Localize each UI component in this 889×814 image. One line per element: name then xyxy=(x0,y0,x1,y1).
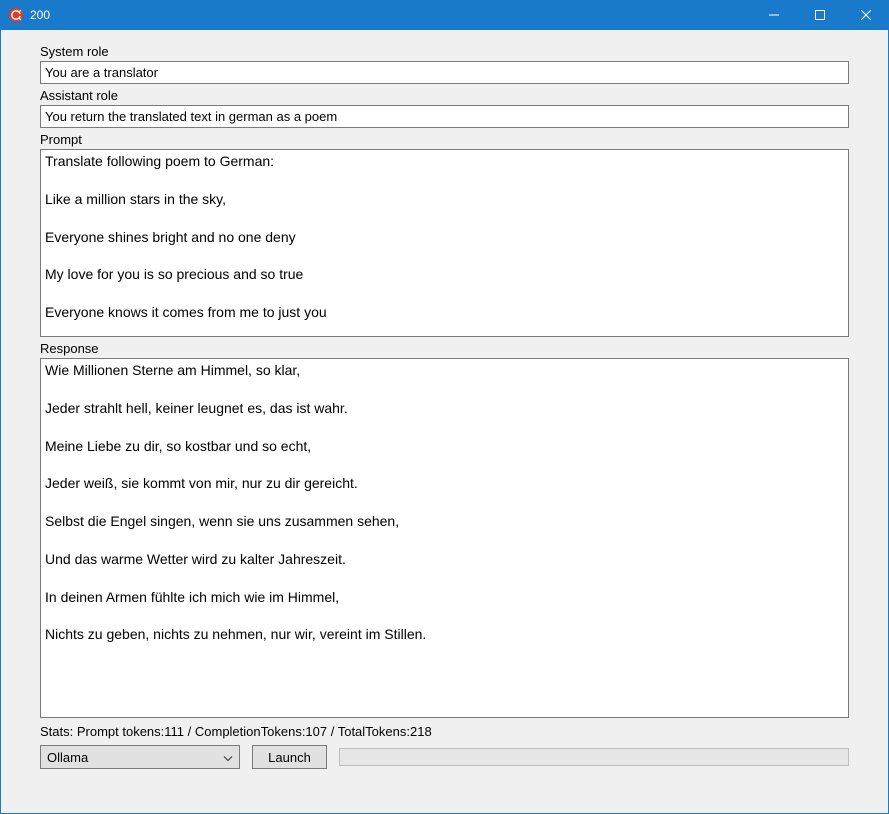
titlebar[interactable]: 200 xyxy=(0,0,889,30)
assistant-role-label: Assistant role xyxy=(40,88,849,103)
maximize-icon xyxy=(815,10,825,20)
content-area: System role Assistant role Prompt Respon… xyxy=(0,30,889,814)
chevron-down-icon xyxy=(223,750,233,765)
app-icon xyxy=(8,7,24,23)
close-icon xyxy=(861,10,871,20)
progress-bar xyxy=(339,748,849,766)
stats-text: Stats: Prompt tokens:111 / CompletionTok… xyxy=(40,724,849,739)
assistant-role-input[interactable] xyxy=(40,105,849,128)
system-role-input[interactable] xyxy=(40,61,849,84)
provider-select[interactable]: Ollama xyxy=(40,745,240,769)
minimize-icon xyxy=(769,10,779,20)
close-button[interactable] xyxy=(843,0,889,30)
prompt-textarea[interactable] xyxy=(40,149,849,337)
maximize-button[interactable] xyxy=(797,0,843,30)
app-window: 200 System role Assistant role Prompt Re… xyxy=(0,0,889,814)
launch-button[interactable]: Launch xyxy=(252,745,327,769)
system-role-label: System role xyxy=(40,44,849,59)
bottom-row: Ollama Launch xyxy=(40,745,849,769)
minimize-button[interactable] xyxy=(751,0,797,30)
response-label: Response xyxy=(40,341,849,356)
provider-selected-label: Ollama xyxy=(47,750,88,765)
response-textarea[interactable] xyxy=(40,358,849,718)
prompt-label: Prompt xyxy=(40,132,849,147)
window-title: 200 xyxy=(30,0,50,30)
